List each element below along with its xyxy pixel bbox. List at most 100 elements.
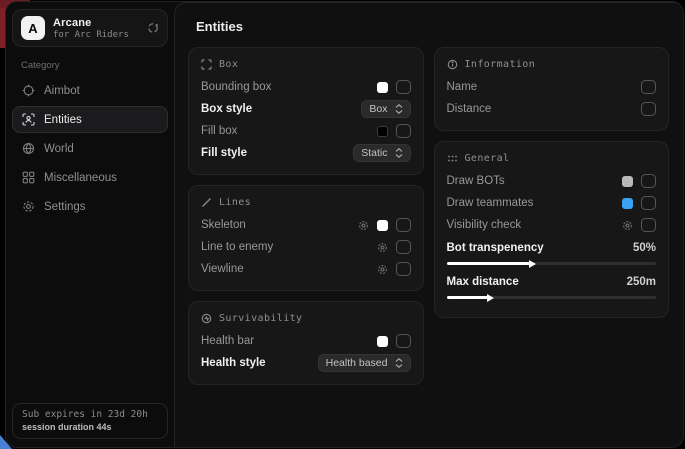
bot-transparency-value: 50% [633,242,656,254]
health-style-label: Health style [201,357,318,369]
card-title: Information [465,59,536,70]
max-distance-label: Max distance [447,276,627,288]
sidebar-nav: Aimbot Entities World [12,75,168,220]
visibility-check-settings-gear-icon[interactable] [622,220,633,231]
lines-card: Lines Skeleton [188,185,424,291]
bounding-box-label: Bounding box [201,81,377,93]
box-style-row: Box style Box [201,98,411,120]
mouse-cursor [0,435,12,449]
bounding-box-color-swatch[interactable] [377,82,388,93]
bot-transparency-row: Bot transpenency 50% [447,239,657,265]
fill-style-label: Fill style [201,147,353,159]
health-style-row: Health style Health based [201,352,411,374]
sidebar-item-entities[interactable]: Entities [12,106,168,133]
skeleton-row: Skeleton [201,214,411,236]
grid-icon [22,171,35,184]
health-bar-row: Health bar [201,330,411,352]
line-to-enemy-checkbox[interactable] [396,240,411,254]
health-bar-checkbox[interactable] [396,334,411,348]
draw-teammates-color-swatch[interactable] [622,198,633,209]
app-header-text: Arcane for Arc Riders [53,17,139,40]
sub-expires-text: Sub expires in 23d 20h [22,409,158,420]
general-icon [447,153,458,164]
session-duration-text: session duration 44s [22,422,158,432]
box-style-value: Box [369,103,387,115]
line-icon [201,197,212,208]
card-title: Box [219,59,238,70]
fill-box-color-swatch[interactable] [377,126,388,137]
chevron-up-down-icon [395,104,403,114]
sidebar-item-label: World [44,143,74,155]
subscription-info: Sub expires in 23d 20h session duration … [12,403,168,439]
skeleton-settings-gear-icon[interactable] [358,220,369,231]
viewline-settings-gear-icon[interactable] [377,264,388,275]
draw-bots-row: Draw BOTs [447,170,657,192]
fill-style-value: Static [361,147,387,159]
box-style-label: Box style [201,103,361,115]
line-to-enemy-label: Line to enemy [201,241,377,253]
viewline-label: Viewline [201,263,377,275]
name-checkbox[interactable] [641,80,656,94]
skeleton-color-swatch[interactable] [377,220,388,231]
visibility-check-row: Visibility check [447,214,657,236]
bot-transparency-slider[interactable] [447,262,657,265]
chevron-up-down-icon [395,148,403,158]
app-name: Arcane [53,17,139,29]
distance-row: Distance [447,98,657,120]
chevron-up-down-icon [395,358,403,368]
draw-teammates-checkbox[interactable] [641,196,656,210]
gear-icon [22,200,35,213]
draw-bots-label: Draw BOTs [447,175,623,187]
fill-style-select[interactable]: Static [353,144,410,162]
sidebar-item-aimbot[interactable]: Aimbot [12,77,168,104]
name-row: Name [447,76,657,98]
sidebar-item-settings[interactable]: Settings [12,193,168,220]
globe-icon [22,142,35,155]
bot-transparency-label: Bot transpenency [447,242,633,254]
sidebar: A Arcane for Arc Riders Category Aimbot [6,2,174,447]
health-style-select[interactable]: Health based [318,354,411,372]
name-label: Name [447,81,642,93]
left-column: Box Bounding box Box style Box [188,47,424,395]
sidebar-item-world[interactable]: World [12,135,168,162]
sidebar-item-label: Settings [44,201,86,213]
card-title: General [465,153,510,164]
visibility-check-checkbox[interactable] [641,218,656,232]
max-distance-slider-fill[interactable] [447,296,489,299]
skeleton-checkbox[interactable] [396,218,411,232]
bounding-box-checkbox[interactable] [396,80,411,94]
max-distance-row: Max distance 250m [447,273,657,299]
box-style-select[interactable]: Box [361,100,410,118]
draw-bots-checkbox[interactable] [641,174,656,188]
viewline-row: Viewline [201,258,411,280]
draw-teammates-label: Draw teammates [447,197,623,209]
sidebar-item-miscellaneous[interactable]: Miscellaneous [12,164,168,191]
app-subtitle: for Arc Riders [53,30,139,40]
draw-bots-color-swatch[interactable] [622,176,633,187]
bounding-box-row: Bounding box [201,76,411,98]
information-icon [447,59,458,70]
line-to-enemy-settings-gear-icon[interactable] [377,242,388,253]
distance-checkbox[interactable] [641,102,656,116]
box-card: Box Bounding box Box style Box [188,47,424,175]
sidebar-item-label: Aimbot [44,85,80,97]
fill-box-label: Fill box [201,125,377,137]
fill-box-checkbox[interactable] [396,124,411,138]
crosshair-icon [22,84,35,97]
page-title: Entities [196,19,669,34]
refresh-icon[interactable] [147,22,159,34]
avatar: A [21,16,45,40]
draw-teammates-row: Draw teammates [447,192,657,214]
general-card: General Draw BOTs Draw teammates [434,141,670,318]
sidebar-item-label: Entities [44,114,82,126]
skeleton-label: Skeleton [201,219,358,231]
card-title: Survivability [219,313,302,324]
health-bar-color-swatch[interactable] [377,336,388,347]
main-panel: Entities Box Bounding box [174,2,683,447]
bot-transparency-slider-fill[interactable] [447,262,531,265]
viewline-checkbox[interactable] [396,262,411,276]
card-title: Lines [219,197,251,208]
entities-icon [22,113,35,126]
survivability-card: Survivability Health bar Health style He… [188,301,424,385]
max-distance-slider[interactable] [447,296,657,299]
